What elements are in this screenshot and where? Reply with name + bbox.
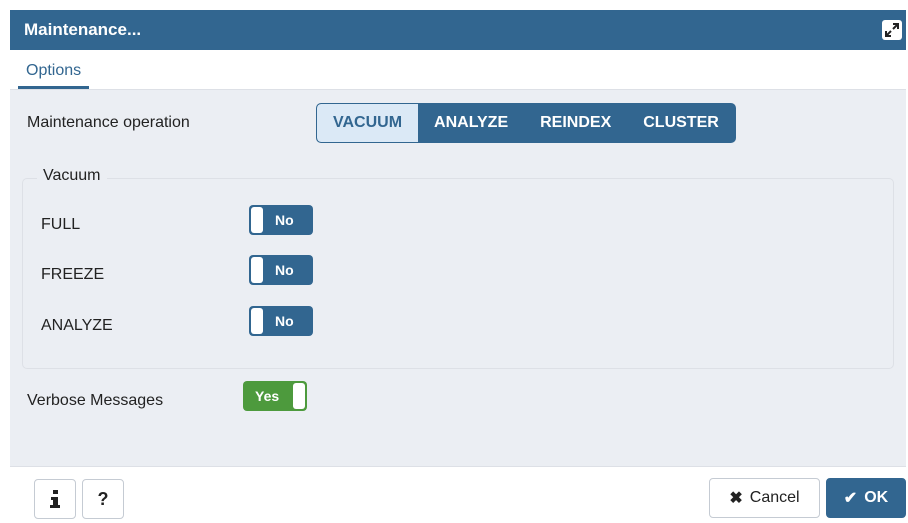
analyze-label: ANALYZE bbox=[41, 317, 113, 334]
ok-button[interactable]: ✔ OK bbox=[826, 478, 906, 518]
tab-bar: Options bbox=[10, 50, 906, 90]
freeze-toggle[interactable]: No bbox=[249, 255, 313, 285]
analyze-toggle-value: No bbox=[275, 313, 294, 329]
verbose-toggle-value: Yes bbox=[255, 388, 280, 404]
cancel-label: Cancel bbox=[749, 489, 800, 506]
operation-analyze-button[interactable]: ANALYZE bbox=[418, 104, 524, 142]
ok-label: OK bbox=[864, 489, 889, 506]
dialog-title: Maintenance... bbox=[24, 20, 142, 39]
maintenance-operation-label: Maintenance operation bbox=[27, 114, 190, 131]
verbose-messages-label: Verbose Messages bbox=[27, 392, 164, 409]
info-icon bbox=[50, 490, 60, 508]
toggle-knob bbox=[251, 257, 263, 283]
dialog-footer: ? ✖ Cancel ✔ OK bbox=[10, 466, 906, 523]
operation-cluster-button[interactable]: CLUSTER bbox=[627, 104, 735, 142]
operation-vacuum-button[interactable]: VACUUM bbox=[317, 104, 419, 142]
close-icon: ✖ bbox=[729, 490, 743, 507]
help-button[interactable]: ? bbox=[82, 479, 124, 519]
help-icon: ? bbox=[97, 488, 109, 509]
toggle-knob bbox=[251, 308, 263, 334]
vacuum-fieldset: Vacuum FULL No FREEZE No ANALYZE No bbox=[22, 167, 894, 369]
full-toggle-value: No bbox=[275, 212, 294, 228]
info-button[interactable] bbox=[34, 479, 76, 519]
full-label: FULL bbox=[41, 216, 81, 233]
cancel-button[interactable]: ✖ Cancel bbox=[709, 478, 820, 518]
full-toggle[interactable]: No bbox=[249, 205, 313, 235]
analyze-toggle[interactable]: No bbox=[249, 306, 313, 336]
vacuum-legend: Vacuum bbox=[37, 167, 107, 185]
dialog-titlebar: Maintenance... bbox=[10, 10, 906, 50]
verbose-messages-toggle[interactable]: Yes bbox=[243, 381, 307, 411]
expand-icon[interactable] bbox=[882, 20, 902, 40]
check-icon: ✔ bbox=[843, 490, 858, 507]
freeze-toggle-value: No bbox=[275, 262, 294, 278]
operation-reindex-button[interactable]: REINDEX bbox=[524, 104, 627, 142]
toggle-knob bbox=[251, 207, 263, 233]
maintenance-operation-selector: VACUUM ANALYZE REINDEX CLUSTER bbox=[316, 103, 736, 143]
dialog-content: Maintenance operation VACUUM ANALYZE REI… bbox=[10, 90, 906, 466]
toggle-knob bbox=[293, 383, 305, 409]
freeze-label: FREEZE bbox=[41, 266, 105, 283]
tab-options[interactable]: Options bbox=[18, 50, 90, 89]
